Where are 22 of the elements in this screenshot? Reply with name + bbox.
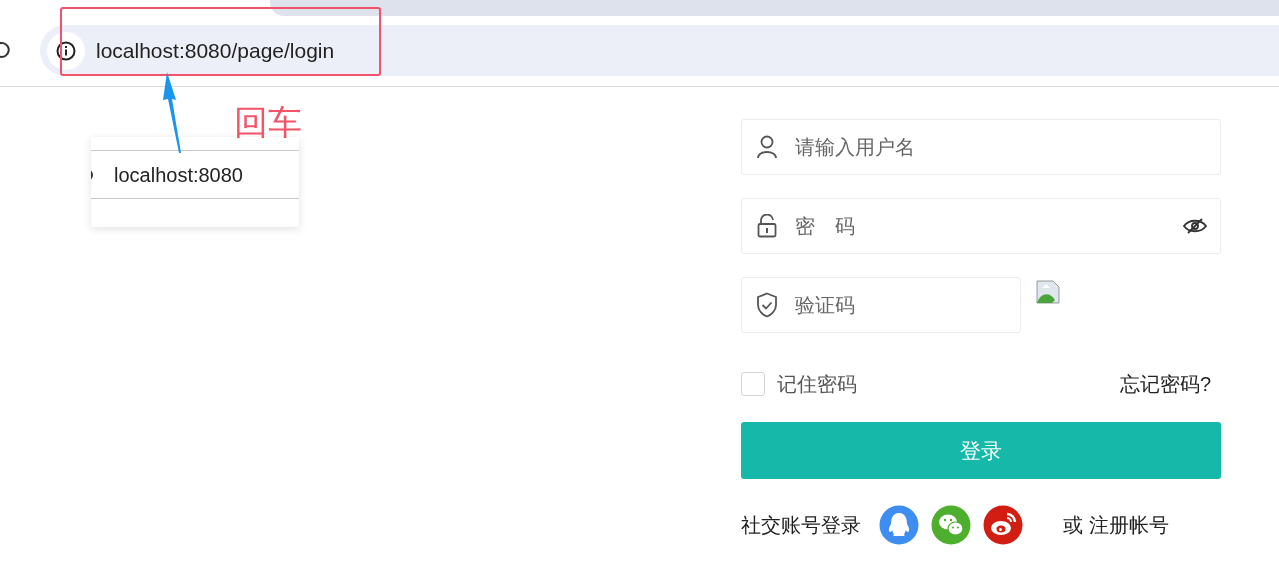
remember-label: 记住密码	[777, 372, 857, 397]
remember-checkbox[interactable]	[741, 372, 765, 396]
username-field[interactable]: 请输入用户名	[741, 119, 1221, 175]
captcha-field[interactable]: 验证码	[741, 277, 1021, 333]
broken-image-icon	[1036, 280, 1060, 304]
reload-icon[interactable]	[0, 40, 12, 60]
eye-hidden-icon[interactable]	[1183, 218, 1207, 234]
forgot-password-link[interactable]: 忘记密码?	[1119, 369, 1211, 399]
password-field[interactable]: 密 码	[741, 198, 1221, 254]
suggestion-item[interactable]: localhost:8080	[114, 159, 243, 190]
social-login-label: 社交账号登录	[741, 513, 861, 538]
address-bar[interactable]: localhost:8080/page/login	[40, 25, 1279, 76]
weibo-eye-icon[interactable]	[983, 505, 1023, 545]
penguin-icon[interactable]	[879, 505, 919, 545]
annotation-label: 回车	[234, 102, 302, 143]
register-link[interactable]: 或 注册帐号	[1063, 510, 1169, 540]
chat-bubbles-icon[interactable]	[931, 505, 971, 545]
lock-icon	[756, 214, 778, 238]
info-icon[interactable]	[56, 40, 76, 61]
user-icon	[756, 135, 778, 159]
shield-check-icon	[756, 292, 778, 318]
url-text: localhost:8080/page/login	[96, 37, 335, 64]
